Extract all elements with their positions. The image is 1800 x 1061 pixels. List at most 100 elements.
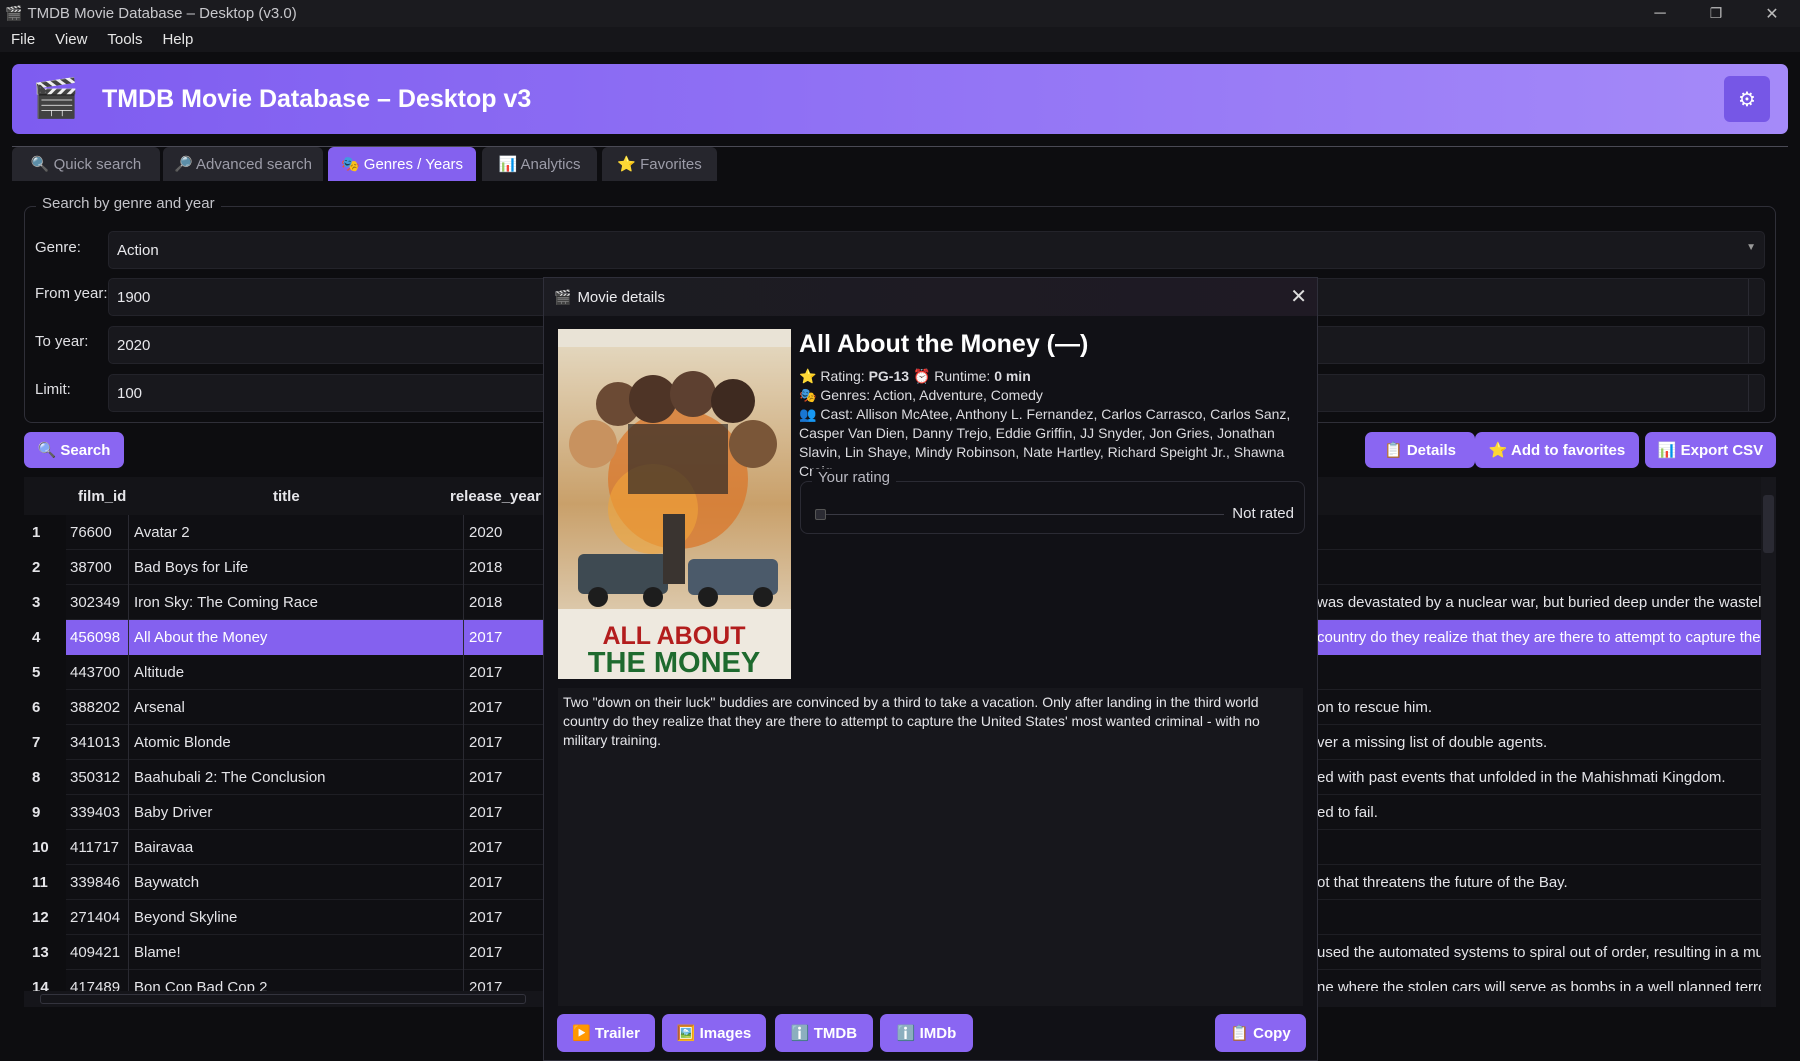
trailer-button[interactable]: ▶️ Trailer — [557, 1014, 655, 1052]
from-year-stepper[interactable] — [1748, 279, 1764, 315]
cell-film-id: 38700 — [66, 550, 129, 585]
scrollbar-thumb[interactable] — [1763, 495, 1774, 553]
clapperboard-icon: 🎬 — [554, 288, 572, 305]
from-year-label: From year: — [35, 285, 108, 302]
cell-overview — [1314, 655, 1761, 690]
cell-overview: used the automated systems to spiral out… — [1317, 944, 1761, 961]
row-number: 13 — [24, 935, 66, 970]
svg-text:ALL ABOUT: ALL ABOUT — [602, 622, 745, 650]
cell-film-id: 339403 — [66, 795, 129, 830]
rating-value: PG-13 — [868, 368, 910, 384]
tab-analytics[interactable]: 📊 Analytics — [482, 147, 597, 181]
menu-help[interactable]: Help — [151, 31, 202, 48]
cell-film-id: 411717 — [66, 830, 129, 865]
search-button[interactable]: 🔍 Search — [24, 432, 124, 468]
cell-overview — [1314, 550, 1761, 585]
rating-label: Rating: — [820, 368, 865, 384]
clock-icon: ⏰ — [912, 368, 931, 384]
dialog-titlebar: 🎬 Movie details ✕ — [544, 278, 1317, 316]
gear-icon: ⚙ — [1738, 88, 1756, 111]
menu-bar: File View Tools Help — [0, 27, 1800, 52]
cell-overview: ed to fail. — [1317, 804, 1378, 821]
header-banner: 🎬 TMDB Movie Database – Desktop v3 ⚙ — [12, 64, 1788, 134]
cell-film-id: 350312 — [66, 760, 129, 795]
movie-poster: ALL ABOUT THE MONEY — [558, 329, 791, 679]
row-number: 5 — [24, 655, 66, 690]
cell-overview: country do they realize that they are th… — [1314, 620, 1761, 655]
maximize-button[interactable]: ❐ — [1688, 0, 1744, 27]
tmdb-button[interactable]: ℹ️ TMDB — [775, 1014, 873, 1052]
images-button[interactable]: 🖼️ Images — [662, 1014, 766, 1052]
cell-film-id: 443700 — [66, 655, 129, 690]
column-header-title[interactable]: title — [273, 477, 300, 515]
row-number: 3 — [24, 585, 66, 620]
cell-title: Baahubali 2: The Conclusion — [129, 760, 464, 795]
cell-overview: on to rescue him. — [1317, 699, 1433, 716]
tab-advanced-search[interactable]: 🔎 Advanced search — [163, 147, 323, 181]
movie-title: All About the Money (—) — [799, 330, 1089, 358]
menu-file[interactable]: File — [0, 31, 44, 48]
menu-view[interactable]: View — [44, 31, 96, 48]
minimize-button[interactable]: ─ — [1632, 0, 1688, 27]
limit-stepper[interactable] — [1748, 375, 1764, 411]
row-number: 2 — [24, 550, 66, 585]
cell-film-id: 302349 — [66, 585, 129, 620]
row-number: 6 — [24, 690, 66, 725]
settings-button[interactable]: ⚙ — [1724, 76, 1770, 122]
tab-genres-years[interactable]: 🎭 Genres / Years — [328, 147, 476, 181]
cell-title: Baywatch — [129, 865, 464, 900]
cell-title: Bad Boys for Life — [129, 550, 464, 585]
limit-value: 100 — [117, 384, 143, 402]
cell-title: Arsenal — [129, 690, 464, 725]
cell-overview: ed with past events that unfolded in the… — [1317, 769, 1726, 786]
tab-favorites[interactable]: ⭐ Favorites — [602, 147, 717, 181]
genre-value: Action — [117, 241, 159, 259]
cell-overview — [1314, 515, 1761, 550]
cell-overview: ver a missing list of double agents. — [1317, 734, 1548, 751]
column-header-release-year[interactable]: release_year — [450, 477, 541, 515]
close-dialog-button[interactable]: ✕ — [1290, 284, 1307, 309]
movie-overview[interactable]: Two "down on their luck" buddies are con… — [558, 688, 1303, 1006]
rating-runtime-line: ⭐ Rating: PG-13 ⏰ Runtime: 0 min — [799, 367, 1309, 386]
from-year-value: 1900 — [117, 288, 151, 306]
cell-title: All About the Money — [129, 620, 464, 655]
cell-title: Blame! — [129, 935, 464, 970]
rating-status: Not rated — [1232, 505, 1294, 522]
rating-slider-track[interactable] — [819, 514, 1224, 515]
cell-overview — [1314, 900, 1761, 935]
row-number: 4 — [24, 620, 66, 655]
cell-title: Atomic Blonde — [129, 725, 464, 760]
cell-film-id: 76600 — [66, 515, 129, 550]
genre-select[interactable]: Action ▼ — [108, 231, 1765, 269]
rating-slider-handle[interactable] — [815, 509, 826, 520]
dialog-title: Movie details — [577, 288, 665, 306]
row-number: 8 — [24, 760, 66, 795]
tab-quick-search[interactable]: 🔍 Quick search — [12, 147, 160, 181]
to-year-stepper[interactable] — [1748, 327, 1764, 363]
app-icon: 🎬 — [5, 5, 23, 21]
column-header-film-id[interactable]: film_id — [78, 477, 126, 515]
cell-film-id: 409421 — [66, 935, 129, 970]
close-window-button[interactable]: ✕ — [1744, 0, 1800, 27]
form-legend: Search by genre and year — [36, 195, 221, 212]
runtime-label: Runtime: — [934, 368, 991, 384]
scrollbar-thumb[interactable] — [40, 994, 526, 1004]
row-number: 9 — [24, 795, 66, 830]
table-vertical-scrollbar[interactable] — [1761, 477, 1776, 1007]
clapperboard-icon: 🎬 — [32, 78, 80, 120]
copy-button[interactable]: 📋 Copy — [1215, 1014, 1306, 1052]
limit-label: Limit: — [35, 381, 71, 398]
details-button[interactable]: 📋 Details — [1365, 432, 1475, 468]
menu-tools[interactable]: Tools — [96, 31, 151, 48]
to-year-value: 2020 — [117, 336, 151, 354]
export-csv-button[interactable]: 📊 Export CSV — [1645, 432, 1776, 468]
cell-film-id: 341013 — [66, 725, 129, 760]
add-to-favorites-button[interactable]: ⭐ Add to favorites — [1475, 432, 1639, 468]
cell-film-id: 388202 — [66, 690, 129, 725]
row-number: 10 — [24, 830, 66, 865]
imdb-button[interactable]: ℹ️ IMDb — [880, 1014, 973, 1052]
cell-title: Beyond Skyline — [129, 900, 464, 935]
row-number: 12 — [24, 900, 66, 935]
cell-film-id: 271404 — [66, 900, 129, 935]
tab-divider — [12, 146, 1788, 147]
